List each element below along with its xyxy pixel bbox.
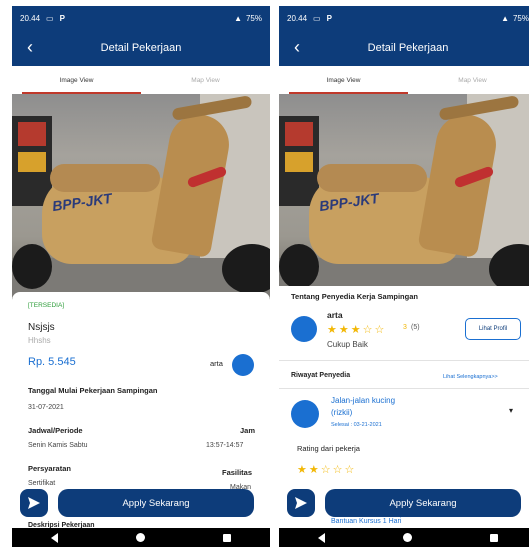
provider-detail-sheet: Tentang Penyedia Kerja Sampingan arta ★ ★… <box>279 286 529 528</box>
nav-back-icon[interactable] <box>318 532 325 543</box>
back-arrow-icon[interactable]: ‹ <box>287 37 307 57</box>
status-bar: 20.44 ▭ P ▲ 75% <box>12 6 270 30</box>
tab-image-view[interactable]: Image View <box>12 66 141 94</box>
status-bar: 20.44 ▭ P ▲ 75% <box>279 6 529 30</box>
star-filled-icon: ★ <box>350 324 361 336</box>
nav-home-icon[interactable] <box>136 533 145 542</box>
star-filled-icon: ★ <box>308 464 319 476</box>
send-button[interactable] <box>20 489 48 517</box>
job-photo: BPP-JKT <box>279 94 529 298</box>
app-bar: ‹ Detail Pekerjaan <box>279 30 529 66</box>
provider-section-title: Tentang Penyedia Kerja Sampingan <box>291 292 418 301</box>
provider-rating-text: Cukup Baik <box>327 340 368 349</box>
star-empty-icon: ☆ <box>320 464 331 476</box>
action-bar: Apply Sekarang <box>12 486 270 520</box>
star-filled-icon: ★ <box>327 324 337 336</box>
history-item-title[interactable]: Jalan-jalan kucing <box>331 396 395 405</box>
worker-rating-stars: ★ ★ ☆ ☆ ☆ <box>297 464 354 476</box>
system-nav-bar <box>12 528 270 547</box>
start-date-label: Tanggal Mulai Pekerjaan Sampingan <box>28 386 158 395</box>
send-icon <box>295 497 307 509</box>
history-section-title: Riwayat Penyedia <box>291 372 351 379</box>
signal-icon: ▲ <box>501 13 509 23</box>
provider-rating-stars: ★ ★ ★ ☆ ☆ <box>327 324 384 336</box>
app-icon: P <box>326 13 332 23</box>
star-empty-icon: ☆ <box>332 464 343 476</box>
signal-icon: ▲ <box>234 13 242 23</box>
job-photo: BPP-JKT <box>12 94 270 298</box>
star-empty-icon: ☆ <box>362 324 373 336</box>
view-tabs: Image View Map View <box>12 66 270 94</box>
page-title: Detail Pekerjaan <box>367 42 449 54</box>
action-bar: Apply Sekarang <box>279 486 529 520</box>
back-arrow-icon[interactable]: ‹ <box>20 37 40 57</box>
next-history-item: Bantuan Kursus 1 Hari <box>331 518 402 525</box>
nav-recents-icon[interactable] <box>490 533 498 542</box>
time-label: Jam <box>240 426 256 435</box>
schedule-days: Senin Kamis Sabtu <box>28 442 88 449</box>
start-date-value: 31-07-2021 <box>28 404 64 411</box>
worker-rating-label: Rating dari pekerja <box>297 444 360 453</box>
provider-name: arta <box>210 359 223 368</box>
job-price: Rp. 5.545 <box>28 356 76 368</box>
job-title: Nsjsjs <box>28 322 55 333</box>
notification-icon: ▭ <box>46 13 54 23</box>
history-item-avatar[interactable] <box>291 400 319 428</box>
system-nav-bar <box>279 528 529 547</box>
requirement-label: Persyaratan <box>28 464 71 473</box>
tab-image-view[interactable]: Image View <box>279 66 408 94</box>
expand-chevron-icon[interactable]: ▾ <box>509 406 513 415</box>
provider-rating-value: 3 <box>403 324 407 331</box>
status-time: 20.44 <box>20 13 41 23</box>
schedule-label: Jadwal/Periode <box>28 426 83 435</box>
status-time: 20.44 <box>287 13 308 23</box>
star-empty-icon: ☆ <box>374 324 385 336</box>
history-item-sub: (rizkii) <box>331 408 353 417</box>
job-detail-sheet: [TERSEDIA] Nsjsjs Hhshs Rp. 5.545 arta T… <box>12 292 270 529</box>
apply-now-button[interactable]: Apply Sekarang <box>58 489 254 517</box>
history-see-all-link[interactable]: Lihat Selengkapnya>> <box>443 374 498 380</box>
provider-name: arta <box>327 310 343 320</box>
view-profile-button[interactable]: Lihat Profil <box>465 318 521 340</box>
provider-avatar[interactable] <box>291 316 317 342</box>
tab-map-view[interactable]: Map View <box>141 66 270 94</box>
send-icon <box>28 497 40 509</box>
star-empty-icon: ☆ <box>344 464 355 476</box>
provider-avatar[interactable] <box>232 354 254 376</box>
send-button[interactable] <box>287 489 315 517</box>
app-icon: P <box>59 13 65 23</box>
time-value: 13:57-14:57 <box>206 442 244 449</box>
star-filled-icon: ★ <box>297 464 307 476</box>
status-battery: 75% <box>512 13 529 23</box>
facility-label: Fasilitas <box>222 468 253 477</box>
app-bar: ‹ Detail Pekerjaan <box>12 30 270 66</box>
apply-now-button[interactable]: Apply Sekarang <box>325 489 521 517</box>
availability-badge: [TERSEDIA] <box>28 302 65 309</box>
history-item-done: Selesai : 03-21-2021 <box>331 422 382 428</box>
provider-rating-count: (5) <box>411 324 420 331</box>
notification-icon: ▭ <box>313 13 321 23</box>
view-tabs: Image View Map View <box>279 66 529 94</box>
nav-recents-icon[interactable] <box>223 533 231 542</box>
tab-map-view[interactable]: Map View <box>408 66 529 94</box>
nav-back-icon[interactable] <box>51 532 58 543</box>
nav-home-icon[interactable] <box>403 533 412 542</box>
page-title: Detail Pekerjaan <box>100 42 182 54</box>
star-filled-icon: ★ <box>338 324 349 336</box>
phone-screen-left: 20.44 ▭ P ▲ 75% ‹ Detail Pekerjaan Image… <box>12 6 270 547</box>
status-battery: 75% <box>245 13 262 23</box>
job-subtitle: Hhshs <box>28 336 51 345</box>
phone-screen-right: 20.44 ▭ P ▲ 75% ‹ Detail Pekerjaan Image… <box>279 6 529 547</box>
